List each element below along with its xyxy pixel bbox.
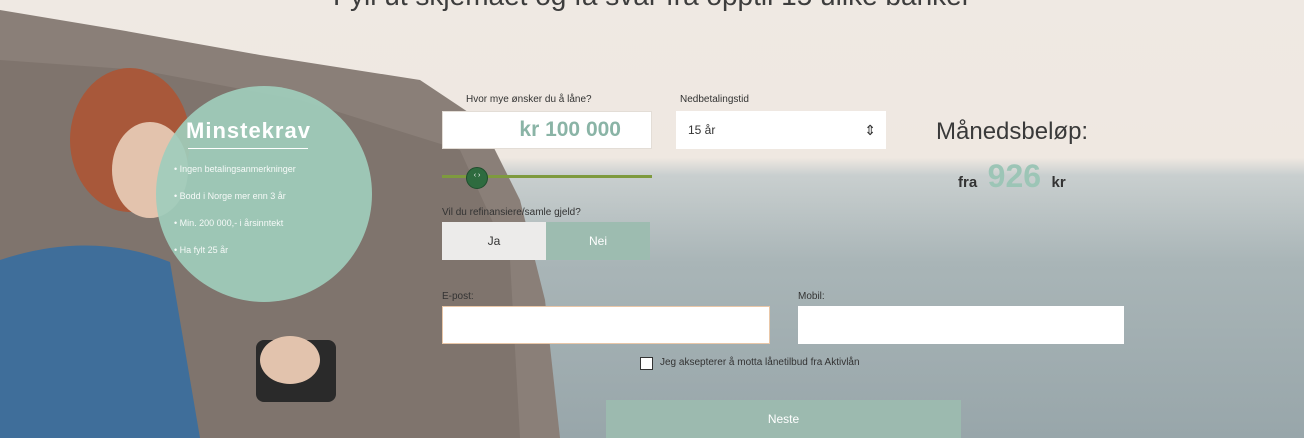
- monthly-prefix: fra: [958, 174, 978, 191]
- requirement-item: • Bodd i Norge mer enn 3 år: [174, 191, 286, 201]
- loan-amount-input[interactable]: kr 100 000: [442, 111, 652, 149]
- requirements-divider: [188, 148, 308, 149]
- requirement-item: • Ingen betalingsanmerkninger: [174, 164, 296, 174]
- slider-handle[interactable]: ‹ ›: [466, 167, 488, 189]
- monthly-amount-title: Månedsbeløp:: [936, 118, 1089, 145]
- requirements-badge: Minstekrav • Ingen betalingsanmerkninger…: [156, 86, 372, 302]
- email-field[interactable]: [442, 306, 770, 344]
- repayment-term-label: Nedbetalingstid: [680, 94, 749, 105]
- repayment-term-select[interactable]: 15 år ⇕: [676, 111, 886, 149]
- consent-label: Jeg aksepterer å motta lånetilbud fra Ak…: [660, 357, 860, 368]
- refinance-yes-button[interactable]: Ja: [442, 222, 546, 260]
- repayment-term-value: 15 år: [688, 123, 716, 137]
- up-down-chevron-icon: ⇕: [864, 122, 876, 138]
- monthly-amount: fra 926 kr: [958, 158, 1066, 195]
- requirement-item: • Ha fylt 25 år: [174, 245, 229, 255]
- page-heading: Fyll ut skjemaet og få svar fra opptil 1…: [262, 0, 1042, 12]
- loan-amount-label: Hvor mye ønsker du å låne?: [466, 94, 592, 105]
- monthly-suffix: kr: [1051, 174, 1066, 191]
- refinance-toggle: Ja Nei: [442, 222, 650, 260]
- slider-arrows-icon: ‹ ›: [473, 172, 481, 179]
- requirements-title: Minstekrav: [186, 118, 311, 143]
- mobile-field[interactable]: [798, 306, 1124, 344]
- refinance-no-button[interactable]: Nei: [546, 222, 650, 260]
- mobile-label: Mobil:: [798, 291, 825, 302]
- requirement-item: • Min. 200 000,- i årsinntekt: [174, 218, 284, 228]
- email-label: E-post:: [442, 291, 474, 302]
- consent-checkbox[interactable]: [640, 357, 653, 370]
- next-button[interactable]: Neste: [606, 400, 961, 438]
- monthly-value: 926: [987, 158, 1042, 194]
- requirements-list: • Ingen betalingsanmerkninger • Bodd i N…: [174, 156, 296, 264]
- refinance-label: Vil du refinansiere/samle gjeld?: [442, 207, 581, 218]
